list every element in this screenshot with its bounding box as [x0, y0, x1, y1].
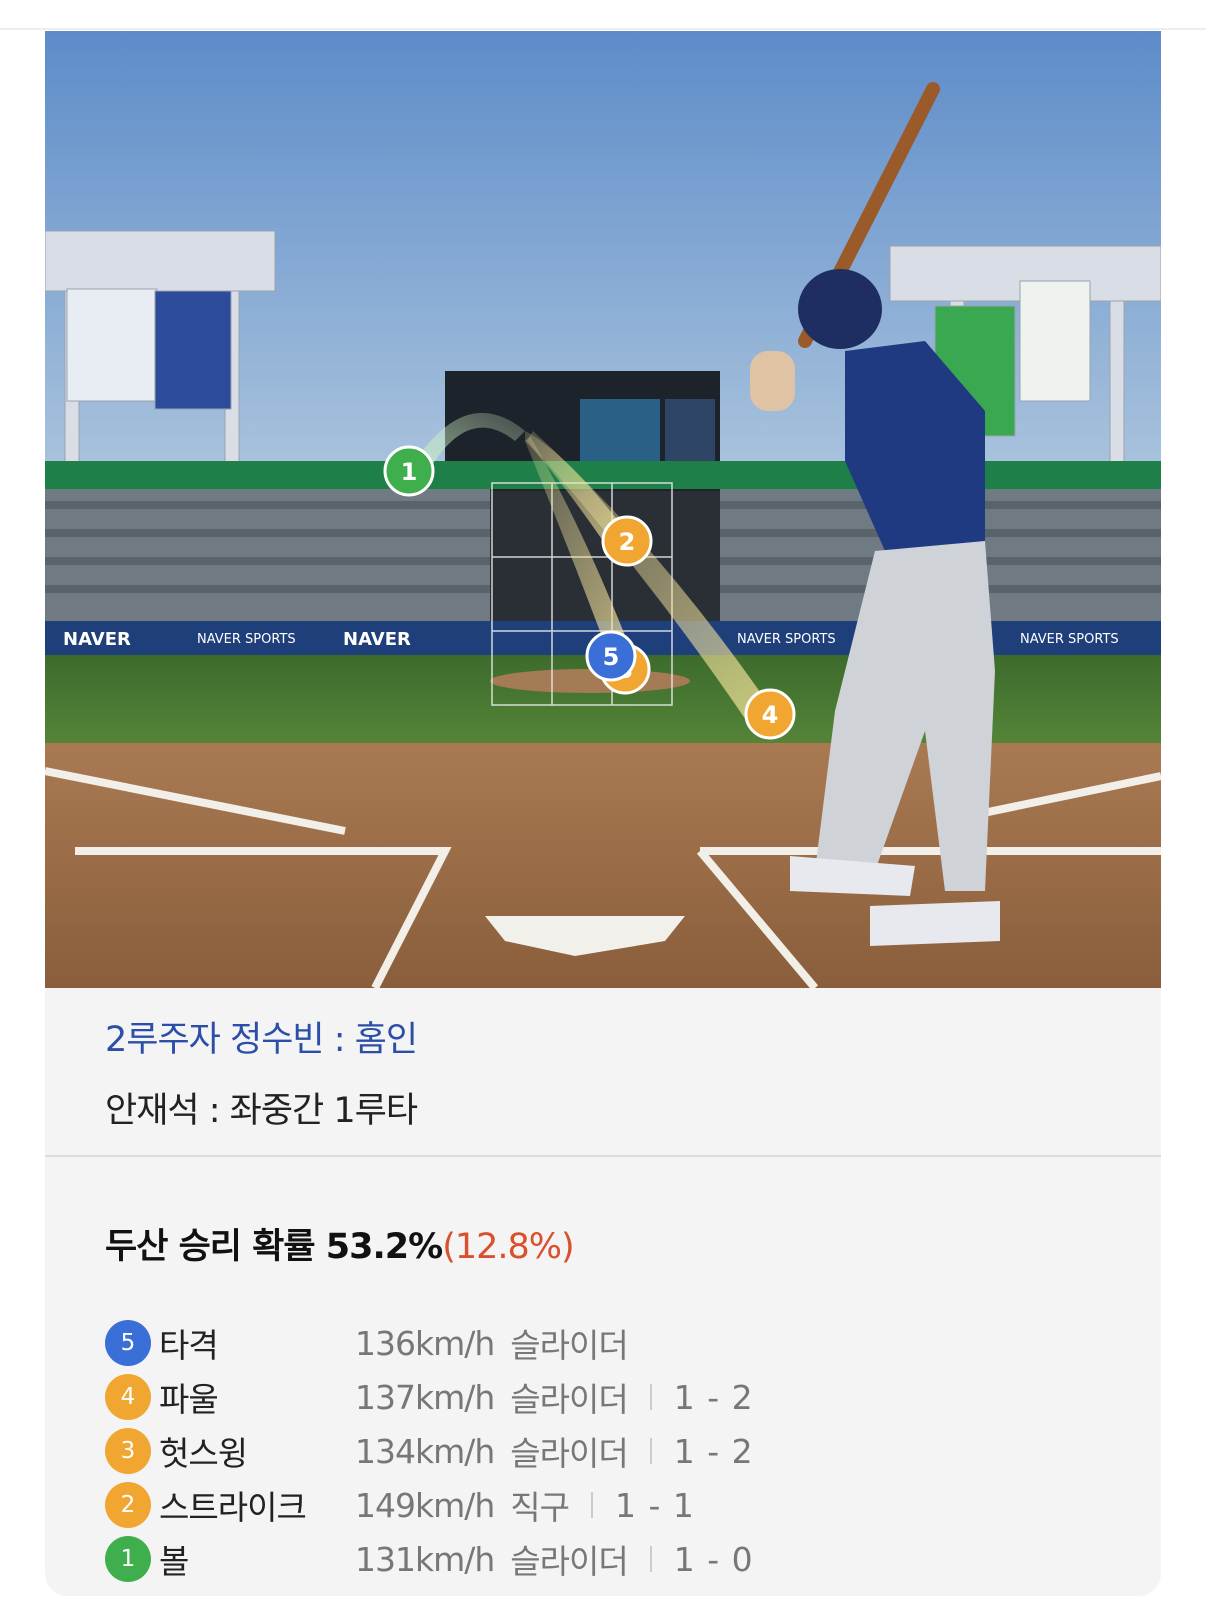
pitch-count: 1 - 1: [615, 1485, 695, 1525]
pitch-result: 스트라이크: [159, 1488, 307, 1527]
pitch-marker-5: 5: [585, 630, 637, 682]
pitch-count: 1 - 2: [673, 1431, 754, 1471]
top-divider: [0, 28, 1206, 30]
win-probability-label: 두산 승리 확률 53.2%: [105, 1227, 443, 1267]
pitch-number-badge: 3: [105, 1428, 151, 1474]
count-separator: [649, 1384, 652, 1410]
pitch-number-badge: 2: [105, 1482, 151, 1528]
count-separator: [591, 1492, 594, 1518]
pitch-number-badge: 1: [105, 1536, 151, 1582]
pitch-speed: 134km/h: [355, 1431, 495, 1471]
pitch-scene-image: NAVER NAVER SPORTS NAVER NAVER SPORTS NA…: [45, 31, 1161, 988]
banner-naver-1: NAVER: [63, 629, 131, 650]
win-probability-delta: (12.8%): [442, 1227, 574, 1267]
pitch-row: 5 타격 136km/h 슬라이더: [105, 1316, 1105, 1370]
pitch-row: 1 볼 131km/h 슬라이더 1 - 0: [105, 1532, 1105, 1586]
batter-result: 안재석 : 좌중간 1루타: [105, 1091, 418, 1131]
pitch-speed: 136km/h: [355, 1323, 495, 1363]
banner-naver-sports-3: NAVER SPORTS: [1020, 632, 1119, 647]
pitch-type: 슬라이더: [510, 1380, 628, 1419]
win-probability: 두산 승리 확률 53.2%(12.8%): [105, 1218, 575, 1269]
pitch-speed: 131km/h: [355, 1539, 495, 1579]
pitch-speed: 149km/h: [355, 1485, 495, 1525]
svg-text:5: 5: [603, 643, 620, 671]
pitch-result: 타격: [159, 1326, 219, 1365]
pitch-row: 2 스트라이크 149km/h 직구 1 - 1: [105, 1478, 1105, 1532]
pitch-result: 파울: [159, 1380, 219, 1419]
count-separator: [649, 1546, 652, 1572]
svg-text:4: 4: [762, 701, 779, 729]
count-separator: [649, 1438, 652, 1464]
pitch-speed: 137km/h: [355, 1377, 495, 1417]
pitch-result: 헛스윙: [159, 1434, 248, 1473]
pitch-type: 직구: [510, 1488, 570, 1527]
pitch-marker-4: 4: [744, 688, 796, 740]
pitch-marker-2: 2: [601, 515, 653, 567]
pitch-marker-1: 1: [383, 445, 435, 497]
pitch-number-badge: 5: [105, 1320, 151, 1366]
pitch-count: 1 - 0: [673, 1539, 754, 1579]
pitch-row: 4 파울 137km/h 슬라이더 1 - 2: [105, 1370, 1105, 1424]
pitch-type: 슬라이더: [510, 1542, 628, 1581]
pitch-result: 볼: [159, 1542, 189, 1581]
pitch-card: NAVER NAVER SPORTS NAVER NAVER SPORTS NA…: [45, 31, 1161, 1596]
banner-naver-2: NAVER: [343, 629, 411, 650]
banner-naver-sports-1: NAVER SPORTS: [197, 632, 296, 647]
svg-text:2: 2: [619, 528, 636, 556]
pitch-count: 1 - 2: [673, 1377, 754, 1417]
play-description: 2루주자 정수빈 : 홈인 안재석 : 좌중간 1루타: [105, 1011, 418, 1133]
pitch-list: 5 타격 136km/h 슬라이더 4 파울 137km/h 슬라이더 1 - 2 3 헛스윙 134…: [105, 1316, 1105, 1586]
pitch-type: 슬라이더: [510, 1326, 628, 1365]
svg-text:1: 1: [401, 458, 418, 486]
pitch-row: 3 헛스윙 134km/h 슬라이더 1 - 2: [105, 1424, 1105, 1478]
runner-result: 2루주자 정수빈 : 홈인: [105, 1020, 418, 1060]
section-divider: [45, 1155, 1161, 1157]
pitch-type: 슬라이더: [510, 1434, 628, 1473]
banner-naver-sports-2: NAVER SPORTS: [737, 632, 836, 647]
pitch-number-badge: 4: [105, 1374, 151, 1420]
